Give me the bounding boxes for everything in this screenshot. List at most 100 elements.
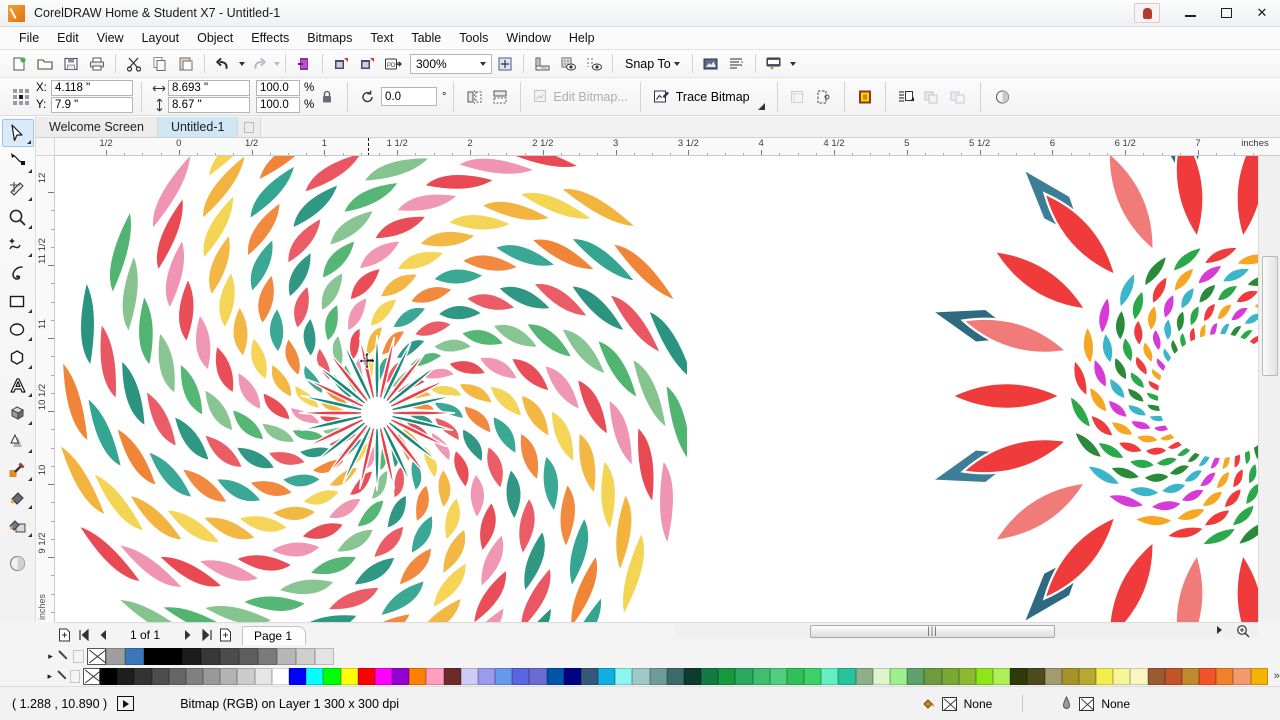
maximize-button[interactable] (1208, 0, 1244, 27)
palette-swatch[interactable] (168, 667, 186, 685)
palette-swatch[interactable] (277, 647, 296, 665)
palette-swatch[interactable] (546, 667, 564, 685)
mirror-vertical-icon[interactable] (487, 85, 513, 109)
polygon-tool[interactable] (2, 343, 34, 371)
fill-status[interactable]: None (921, 696, 992, 711)
palette-swatch[interactable] (1078, 667, 1097, 685)
transparency-cylinder-icon[interactable] (2, 549, 34, 577)
palette-swatch[interactable] (306, 667, 324, 685)
rotate-icon[interactable] (355, 85, 381, 109)
menu-object[interactable]: Object (188, 28, 242, 48)
color-eyedropper-icon[interactable] (2, 455, 34, 483)
artistic-media-tool[interactable] (2, 259, 34, 287)
document-tab-untitled-1[interactable]: Untitled-1 (157, 117, 239, 137)
shape-tool[interactable] (2, 147, 34, 175)
horizontal-scrollbar-thumb[interactable]: ||| (810, 625, 1055, 638)
palette-swatch[interactable] (426, 667, 444, 685)
more-colors-icon[interactable]: » (1274, 670, 1280, 682)
close-button[interactable]: ✕ (1244, 0, 1280, 27)
text-a-icon[interactable] (2, 371, 34, 399)
palette-swatch[interactable] (220, 667, 238, 685)
import-icon[interactable] (291, 52, 317, 76)
horizontal-ruler[interactable]: 1/2 0 1/2 1 1 1/2 2 2 1/2 3 3 1/2 4 4 1/2 5 5 1/2 6 6 … (55, 138, 1280, 156)
palette-swatch[interactable] (1199, 667, 1217, 685)
menu-window[interactable]: Window (497, 28, 559, 48)
palette-swatch[interactable] (529, 667, 547, 685)
traced-vector-artwork[interactable] (800, 156, 1258, 622)
ruler-origin-corner[interactable] (36, 138, 55, 156)
palette-scroll-box[interactable] (73, 649, 84, 663)
grid-eye-icon[interactable] (555, 52, 581, 76)
snap-to-dropdown[interactable]: Snap To (618, 53, 687, 75)
page-tab-page-1[interactable]: Page 1 (242, 625, 307, 645)
palette-swatch[interactable] (392, 667, 410, 685)
chevron-down-icon[interactable] (673, 61, 680, 66)
crop-tool[interactable] (2, 175, 34, 203)
bitmap-boundary-icon[interactable] (811, 85, 837, 109)
drawing-canvas[interactable] (55, 156, 1258, 622)
palette-swatch[interactable] (315, 647, 334, 665)
palette-swatch[interactable] (855, 667, 873, 685)
palette-swatch[interactable] (374, 667, 393, 685)
palette-swatch[interactable] (804, 667, 822, 685)
ellipse-tool-flyout-icon[interactable] (27, 337, 32, 341)
palette-swatch[interactable] (1010, 667, 1028, 685)
palette-swatch[interactable] (1130, 667, 1148, 685)
folder-open-icon[interactable] (32, 52, 58, 76)
menu-effects[interactable]: Effects (242, 28, 298, 48)
palette-swatch[interactable] (340, 667, 358, 685)
palette-swatch[interactable] (1061, 667, 1079, 685)
menu-file[interactable]: File (10, 28, 48, 48)
lock-ratio-icon[interactable] (314, 85, 340, 109)
palette-expand-icon-2[interactable]: ▸ (44, 668, 56, 684)
crop-tool-flyout-icon[interactable] (27, 197, 32, 201)
color-eyedropper-flyout-icon[interactable] (27, 477, 32, 481)
palette-none-swatch-2[interactable] (82, 667, 101, 685)
fill-tool-flyout-icon[interactable] (27, 505, 32, 509)
menu-edit[interactable]: Edit (48, 28, 88, 48)
palette-swatch[interactable] (1164, 667, 1182, 685)
user-account-icon[interactable] (1134, 3, 1160, 23)
palette-swatch[interactable] (580, 667, 599, 685)
zoom-tool-flyout-icon[interactable] (27, 225, 32, 229)
mandala-bitmap-artwork[interactable] (55, 156, 687, 622)
bitmap-color-mask-icon[interactable] (852, 85, 878, 109)
ellipse-tool[interactable] (2, 315, 34, 343)
palette-swatch[interactable] (735, 667, 753, 685)
palette-swatch[interactable] (125, 647, 144, 665)
palette-swatch[interactable] (258, 647, 277, 665)
palette-swatch[interactable] (993, 667, 1011, 685)
first-page-icon[interactable] (74, 626, 93, 645)
text-tool-flyout-icon[interactable] (27, 393, 32, 397)
trace-bitmap-button[interactable]: Trace Bitmap (648, 84, 770, 110)
flyout-arrow-icon[interactable] (757, 102, 765, 110)
palette-swatch[interactable] (752, 667, 770, 685)
y-position-input[interactable]: 7.9 " (51, 97, 133, 113)
palette-swatch[interactable] (786, 667, 805, 685)
freehand-tool-flyout-icon[interactable] (27, 253, 32, 257)
palette-swatch[interactable] (683, 667, 702, 685)
ruler-icon[interactable] (529, 52, 555, 76)
paste-icon[interactable] (173, 52, 199, 76)
add-page-icon[interactable] (55, 626, 74, 645)
palette-swatch[interactable] (924, 667, 942, 685)
undo-arrow-icon[interactable] (210, 52, 236, 76)
redo-dropdown-icon[interactable] (274, 61, 280, 66)
color-palette-row-1[interactable]: ▸ (0, 646, 1280, 666)
floppy-disk-icon[interactable] (58, 52, 84, 76)
palette-swatch[interactable] (649, 667, 667, 685)
palette-swatch[interactable] (151, 667, 169, 685)
palette-swatch[interactable] (117, 667, 135, 685)
palette-swatch[interactable] (182, 647, 201, 665)
palette-swatch[interactable] (1147, 667, 1165, 685)
application-launcher-icon[interactable] (761, 52, 787, 76)
palette-swatch[interactable] (495, 667, 513, 685)
new-tab-icon[interactable] (238, 117, 262, 137)
zoom-level-combobox[interactable]: 300% (410, 53, 492, 74)
redo-arrow-icon[interactable] (245, 52, 271, 76)
rotation-angle-input[interactable]: 0.0 (381, 87, 437, 106)
palette-swatch[interactable] (718, 667, 736, 685)
palette-swatch[interactable] (201, 647, 220, 665)
palette-swatch[interactable] (1181, 667, 1200, 685)
transparency-icon[interactable] (990, 85, 1016, 109)
